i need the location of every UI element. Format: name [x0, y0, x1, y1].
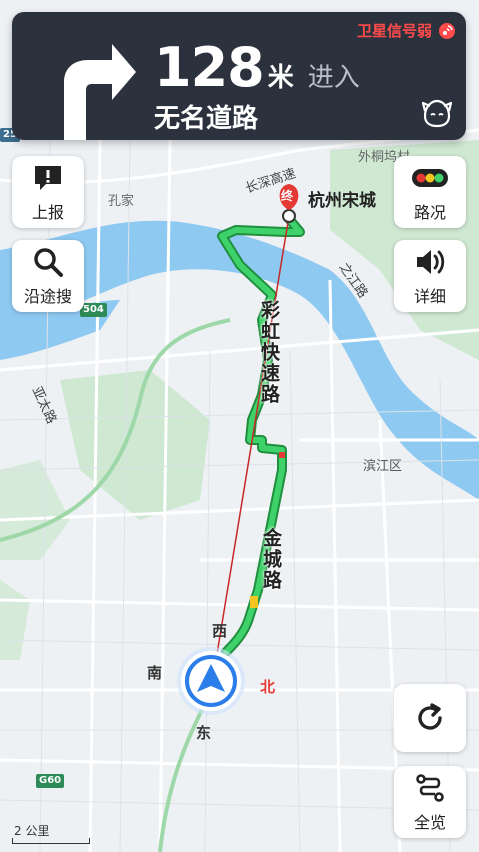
gps-status-text: 卫星信号弱 — [356, 22, 432, 40]
maneuver-action: 进入 — [307, 63, 360, 93]
refresh-button[interactable] — [394, 684, 466, 752]
traffic-label: 路况 — [413, 202, 446, 222]
scale-bar — [12, 838, 90, 844]
report-button[interactable]: 上报 — [12, 156, 84, 228]
report-label: 上报 — [31, 202, 64, 222]
compass-south: 南 — [147, 664, 163, 682]
distance-row: 128 米 进入 — [154, 38, 360, 98]
traffic-button[interactable]: 路况 — [394, 156, 466, 228]
destination-marker-text: 终 — [281, 189, 294, 203]
search-along-label: 沿途搜 — [23, 286, 72, 306]
detail-label: 详细 — [413, 286, 446, 306]
distance-unit: 米 — [267, 63, 294, 93]
road-label-jincheng: 金城路 — [260, 528, 282, 591]
speaker-icon — [417, 249, 445, 274]
overview-label: 全览 — [413, 812, 446, 832]
turn-right-arrow-icon — [64, 44, 136, 140]
traffic-jam-segment — [279, 452, 285, 458]
place-label-binjiang: 滨江区 — [363, 459, 403, 474]
next-road-name: 无名道路 — [154, 104, 259, 134]
detail-button[interactable]: 详细 — [394, 240, 466, 312]
report-icon — [35, 165, 61, 190]
search-icon — [34, 247, 63, 277]
road-label-caihong: 彩虹快速路 — [258, 300, 280, 405]
compass-west: 西 — [212, 622, 228, 640]
refresh-icon — [418, 703, 442, 730]
compass-north: 北 — [260, 678, 276, 696]
distance-value: 128 — [154, 36, 265, 99]
route-overview-icon — [416, 773, 444, 802]
search-along-button[interactable]: 沿途搜 — [12, 240, 84, 312]
compass-east: 东 — [196, 724, 212, 742]
overview-button[interactable]: 全览 — [394, 766, 466, 838]
gps-status[interactable]: 卫星信号弱 — [357, 20, 456, 41]
highway-shield-504: 504 — [80, 303, 107, 317]
place-label-kongjia: 孔家 — [108, 194, 135, 209]
traffic-light-icon — [412, 168, 448, 187]
highway-shield-g60: G60 — [36, 774, 65, 788]
destination-label: 杭州宋城 — [308, 191, 376, 211]
scale-label: 2 公里 — [14, 824, 50, 838]
traffic-slow-segment — [250, 596, 258, 608]
satellite-icon — [439, 22, 455, 39]
destination-ring — [282, 209, 296, 223]
voice-assistant-icon[interactable] — [420, 96, 454, 130]
navigation-panel[interactable]: 128 米 进入 无名道路 卫星信号弱 — [12, 12, 466, 140]
